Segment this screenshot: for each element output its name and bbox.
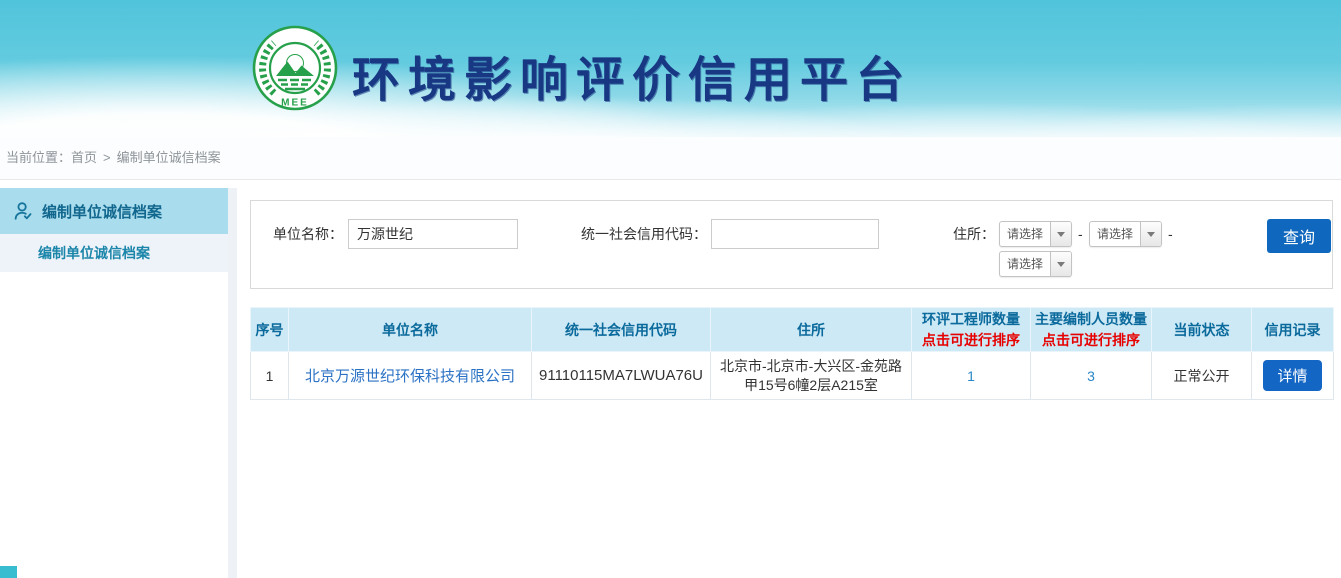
chevron-down-icon[interactable] <box>1050 222 1071 246</box>
table-row: 1 北京万源世纪环保科技有限公司 91110115MA7LWUA76U 北京市-… <box>251 352 1334 400</box>
breadcrumb: 当前位置：首页 > 编制单位诚信档案 <box>0 137 1341 180</box>
query-button[interactable]: 查询 <box>1267 219 1331 253</box>
corner-accent-block <box>0 566 17 578</box>
cell-status: 正常公开 <box>1152 352 1252 400</box>
logo-text: MEE <box>281 98 309 109</box>
province-select[interactable]: 请选择 <box>999 221 1072 247</box>
cell-index: 1 <box>251 352 289 400</box>
col-header-engineer-label: 环评工程师数量 <box>914 309 1028 329</box>
sidebar-group-label: 编制单位诚信档案 <box>42 201 162 222</box>
engineer-count-link[interactable]: 1 <box>967 368 975 384</box>
address-label: 住所： <box>945 219 995 249</box>
sidebar-item-label: 编制单位诚信档案 <box>38 243 150 263</box>
city-select-value: 请选择 <box>1090 222 1140 246</box>
chevron-down-icon[interactable] <box>1050 252 1071 276</box>
search-panel: 单位名称： 统一社会信用代码： 住所： 请选择 - 请选择 - 请选择 查询 <box>250 200 1333 289</box>
site-title: 环境影响评价信用平台 <box>352 40 912 110</box>
cell-credit-code: 91110115MA7LWUA76U <box>532 352 711 400</box>
user-check-icon <box>12 200 34 222</box>
col-header-credit-record: 信用记录 <box>1252 308 1334 352</box>
site-header: MEE 环境影响评价信用平台 <box>0 0 1341 137</box>
col-header-staff-count[interactable]: 主要编制人员数量 点击可进行排序 <box>1031 308 1152 352</box>
sidebar: 编制单位诚信档案 编制单位诚信档案 <box>0 188 228 272</box>
detail-button[interactable]: 详情 <box>1263 360 1321 391</box>
col-header-status: 当前状态 <box>1152 308 1252 352</box>
breadcrumb-separator: > <box>103 150 111 165</box>
breadcrumb-home-link[interactable]: 首页 <box>71 150 97 165</box>
city-select[interactable]: 请选择 <box>1089 221 1162 247</box>
credit-code-input[interactable] <box>711 219 879 249</box>
col-header-staff-label: 主要编制人员数量 <box>1033 309 1149 329</box>
cell-credit-record: 详情 <box>1252 352 1334 400</box>
breadcrumb-prefix: 当前位置： <box>6 150 71 165</box>
breadcrumb-current: 编制单位诚信档案 <box>117 150 221 165</box>
col-header-engineer-count[interactable]: 环评工程师数量 点击可进行排序 <box>912 308 1031 352</box>
col-header-company: 单位名称 <box>289 308 532 352</box>
staff-count-link[interactable]: 3 <box>1087 368 1095 384</box>
sidebar-divider <box>228 188 237 578</box>
cell-staff-count: 3 <box>1031 352 1152 400</box>
sort-hint: 点击可进行排序 <box>1033 330 1149 350</box>
chevron-down-icon[interactable] <box>1140 222 1161 246</box>
district-select[interactable]: 请选择 <box>999 251 1072 277</box>
cell-engineer-count: 1 <box>912 352 1031 400</box>
mee-logo: MEE <box>250 23 340 113</box>
col-header-code: 统一社会信用代码 <box>532 308 711 352</box>
company-name-input[interactable] <box>348 219 518 249</box>
district-select-value: 请选择 <box>1000 252 1050 276</box>
cell-address: 北京市-北京市-大兴区-金苑路甲15号6幢2层A215室 <box>711 352 912 400</box>
page: MEE 环境影响评价信用平台 当前位置：首页 > 编制单位诚信档案 编制单位诚信档案… <box>0 0 1341 578</box>
sidebar-item-credit-archive[interactable]: 编制单位诚信档案 <box>0 234 228 272</box>
sort-hint: 点击可进行排序 <box>914 330 1028 350</box>
results-table: 序号 单位名称 统一社会信用代码 住所 环评工程师数量 点击可进行排序 主要编制… <box>250 307 1334 400</box>
cell-company: 北京万源世纪环保科技有限公司 <box>289 352 532 400</box>
col-header-address: 住所 <box>711 308 912 352</box>
province-select-value: 请选择 <box>1000 222 1050 246</box>
select-separator: - <box>1078 221 1083 247</box>
sidebar-group-credit-archive[interactable]: 编制单位诚信档案 <box>0 188 228 234</box>
credit-code-label: 统一社会信用代码： <box>569 219 707 249</box>
select-separator: - <box>1168 221 1173 247</box>
company-link[interactable]: 北京万源世纪环保科技有限公司 <box>305 368 515 385</box>
col-header-index: 序号 <box>251 308 289 352</box>
company-name-label: 单位名称： <box>261 219 343 249</box>
table-header-row: 序号 单位名称 统一社会信用代码 住所 环评工程师数量 点击可进行排序 主要编制… <box>251 308 1334 352</box>
